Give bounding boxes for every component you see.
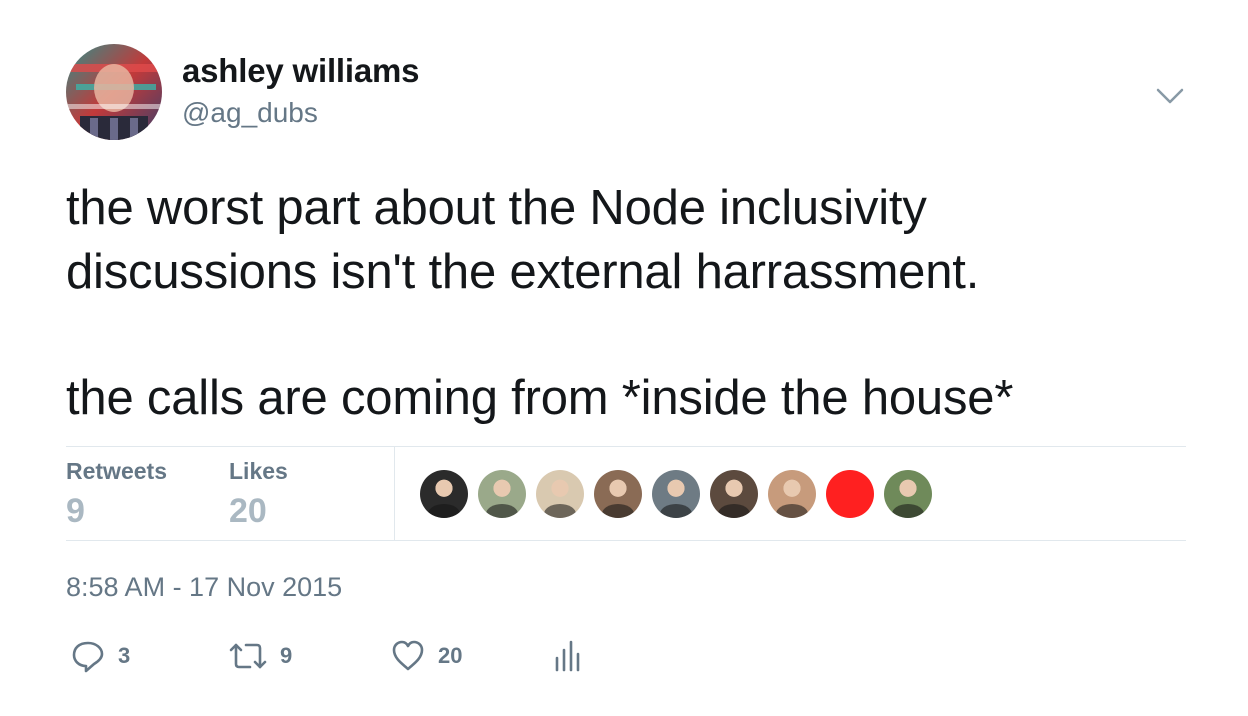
liker-avatar-9[interactable] <box>884 470 932 518</box>
liker-avatar-3[interactable] <box>536 470 584 518</box>
more-options-chevron-down-icon[interactable] <box>1150 82 1190 110</box>
reply-count: 3 <box>118 643 131 668</box>
like-count: 20 <box>438 643 463 668</box>
author-display-name[interactable]: ashley williams <box>182 52 420 90</box>
liker-shoulders <box>660 504 692 518</box>
retweet-button[interactable]: 9 <box>228 636 292 676</box>
liker-avatar-6[interactable] <box>710 470 758 518</box>
tweet-timestamp[interactable]: 8:58 AM - 17 Nov 2015 <box>66 572 342 603</box>
liker-shoulders <box>718 504 750 518</box>
retweet-icon <box>229 643 267 669</box>
likes-label: Likes <box>229 458 288 484</box>
retweets-count: 9 <box>66 492 85 530</box>
author-avatar[interactable] <box>66 44 162 140</box>
liker-shoulders <box>544 504 576 518</box>
liker-avatar-2[interactable] <box>478 470 526 518</box>
liker-shoulders <box>486 504 518 518</box>
liker-avatar-4[interactable] <box>594 470 642 518</box>
author-handle[interactable]: @ag_dubs <box>182 97 318 129</box>
liker-avatar-7[interactable] <box>768 470 816 518</box>
liker-shoulders <box>776 504 808 518</box>
liker-avatar-8[interactable] <box>826 470 874 518</box>
stats-separator <box>394 447 395 540</box>
liker-shoulders <box>428 504 460 518</box>
liker-shoulders <box>892 504 924 518</box>
heart-icon <box>392 640 424 671</box>
likes-stat[interactable]: Likes 20 <box>229 458 288 531</box>
retweets-stat[interactable]: Retweets 9 <box>66 458 167 531</box>
stats-divider-top <box>66 446 1186 447</box>
retweets-label: Retweets <box>66 458 167 484</box>
avatar-photo-icon <box>66 44 162 140</box>
reply-button[interactable]: 3 <box>70 636 130 676</box>
retweet-count: 9 <box>280 643 293 668</box>
liker-shoulders <box>602 504 634 518</box>
liker-avatar-1[interactable] <box>420 470 468 518</box>
liker-avatar-5[interactable] <box>652 470 700 518</box>
reply-icon <box>72 641 104 673</box>
tweet-text-line: the calls are coming from *inside the ho… <box>66 371 1014 425</box>
tweet-text-line: discussions isn't the external harrassme… <box>66 245 980 299</box>
analytics-button[interactable] <box>552 636 582 676</box>
tweet-card: ashley williams @ag_dubs the worst part … <box>0 0 1248 716</box>
tweet-text-line: the worst part about the Node inclusivit… <box>66 181 927 235</box>
stats-divider-bottom <box>66 540 1186 541</box>
analytics-icon <box>555 640 580 672</box>
tweet-text: the worst part about the Node inclusivit… <box>66 176 1206 430</box>
like-button[interactable]: 20 <box>390 636 462 676</box>
likes-count: 20 <box>229 492 267 530</box>
